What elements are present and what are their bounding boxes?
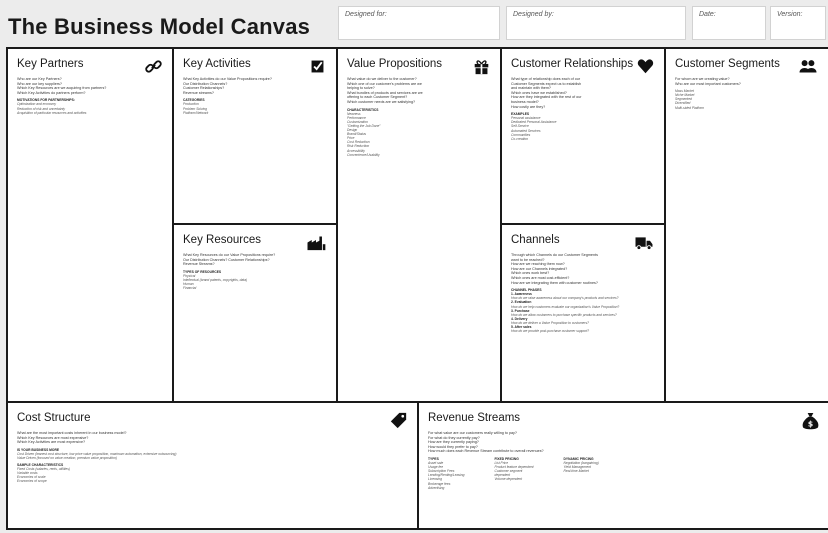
designed-for-label: Designed for: (345, 11, 387, 18)
designed-for-field[interactable]: Designed for: (338, 6, 500, 40)
key-resources-block[interactable]: Key Resources What Key Resources do our … (174, 225, 336, 401)
question: Revenue streams? (183, 90, 214, 95)
channels-phases: CHANNEL PHASES 1. Awareness How do we ra… (511, 288, 655, 333)
section-item: Volume dependent (494, 477, 523, 482)
customer-relationships-block[interactable]: Customer Relationships What type of rela… (502, 49, 664, 223)
value-propositions-title: Value Propositions (347, 58, 443, 70)
question: Which Key Activities do partners perform… (17, 90, 86, 95)
section-item: Platform/Network (183, 110, 209, 115)
section-item: Multi-sided Platform (675, 105, 705, 110)
key-partners-motivations: MOTIVATIONS FOR PARTNERSHIPS: Optimizati… (17, 98, 163, 114)
phase-detail: How do we provide post-purchase customer… (511, 329, 590, 334)
cost-structure-questions: What are the most important costs inhere… (17, 431, 408, 445)
section-item: Financial (183, 286, 197, 291)
question: Which customer needs are we satisfying? (347, 99, 416, 104)
value-propositions-characteristics: CHARACTERISTICS Newness Performance Cust… (347, 108, 491, 157)
date-field[interactable]: Date: (692, 6, 766, 40)
revenue-streams-title: Revenue Streams (428, 412, 521, 424)
channels-block[interactable]: Channels Through which Channels do our C… (502, 225, 664, 401)
cost-structure-title: Cost Structure (17, 412, 91, 424)
section-item: Acquisition of particular resources and … (17, 110, 87, 115)
section-item: Co-creation (511, 136, 529, 141)
question: How are we integrating them with custome… (511, 280, 598, 285)
cost-structure-drivers: IS YOUR BUSINESS MORE Cost Driven (leane… (17, 448, 408, 460)
key-partners-questions: Who are our Key Partners? Who are our ke… (17, 77, 163, 95)
link-icon (144, 58, 163, 75)
version-field[interactable]: Version: (770, 6, 826, 40)
svg-text:$: $ (808, 420, 813, 429)
customer-relationships-title: Customer Relationships (511, 58, 634, 70)
value-propositions-block[interactable]: Value Propositions What value do we deli… (338, 49, 500, 401)
customer-segments-block[interactable]: Customer Segments For whom are we creati… (666, 49, 828, 401)
revenue-streams-questions: For what value are our customers really … (428, 431, 819, 454)
question: Revenue Streams? (183, 262, 215, 267)
truck-icon (633, 234, 655, 251)
key-partners-title: Key Partners (17, 58, 84, 70)
dynamic-pricing-column: DYNAMIC PRICING Negotiation (bargaining)… (564, 457, 599, 490)
cost-structure-block[interactable]: Cost Structure What are the most importa… (8, 403, 417, 528)
question: Which Key Activities are most expensive? (17, 440, 86, 445)
customer-segments-types: Mass Market Niche Market Segmented Diver… (675, 89, 819, 109)
key-resources-questions: What Key Resources do our Value Proposit… (183, 253, 327, 267)
customer-segments-questions: For whom are we creating value? Who are … (675, 77, 819, 86)
fixed-pricing-column: FIXED PRICING List Price Product feature… (494, 457, 533, 490)
channels-questions: Through which Channels do our Customer S… (511, 253, 655, 285)
key-activities-title: Key Activities (183, 58, 251, 70)
value-propositions-questions: What value do we deliver to the customer… (347, 77, 491, 105)
key-activities-questions: What Key Activities do our Value Proposi… (183, 77, 327, 95)
gift-icon (472, 58, 491, 75)
business-model-canvas: Key Partners Who are our Key Partners? W… (6, 47, 828, 530)
question: How costly are they? (511, 104, 546, 109)
people-icon (797, 58, 819, 75)
revenue-streams-columns: TYPES Asset sale Usage fee Subscription … (428, 454, 819, 490)
section-item: Value Driven (focused on value creation,… (17, 455, 117, 460)
customer-relationships-questions: What type of relationship does each of o… (511, 77, 655, 109)
key-activities-categories: CATEGORIES Production Problem Solving Pl… (183, 98, 327, 114)
heart-icon (636, 58, 655, 75)
designed-by-field[interactable]: Designed by: (506, 6, 686, 40)
section-item: Real-time-Market (563, 469, 589, 474)
money-bag-icon: $ (802, 412, 819, 431)
date-label: Date: (699, 11, 716, 18)
key-partners-block[interactable]: Key Partners Who are our Key Partners? W… (8, 49, 172, 401)
designed-by-label: Designed by: (513, 11, 554, 18)
page-title: The Business Model Canvas (8, 14, 311, 39)
revenue-streams-block[interactable]: Revenue Streams $ For what value are our… (419, 403, 828, 528)
section-item: Convenience/Usability (347, 152, 380, 157)
question: Who are our most important customers? (675, 81, 741, 86)
section-item: Economies of scope (17, 479, 47, 484)
customer-relationships-examples: EXAMPLES Personal assistance Dedicated P… (511, 112, 655, 141)
revenue-types-column: TYPES Asset sale Usage fee Subscription … (428, 457, 464, 490)
factory-icon (305, 234, 327, 251)
tag-icon (389, 412, 408, 429)
cost-structure-characteristics: SAMPLE CHARACTERISTICS Fixed Costs (sala… (17, 463, 408, 483)
section-item: Advertising (428, 485, 445, 490)
key-resources-types: TYPES OF RESOURCES Physical Intellectual… (183, 270, 327, 290)
key-activities-block[interactable]: Key Activities What Key Activities do ou… (174, 49, 336, 223)
checkbox-icon (308, 58, 327, 75)
version-label: Version: (777, 11, 803, 18)
